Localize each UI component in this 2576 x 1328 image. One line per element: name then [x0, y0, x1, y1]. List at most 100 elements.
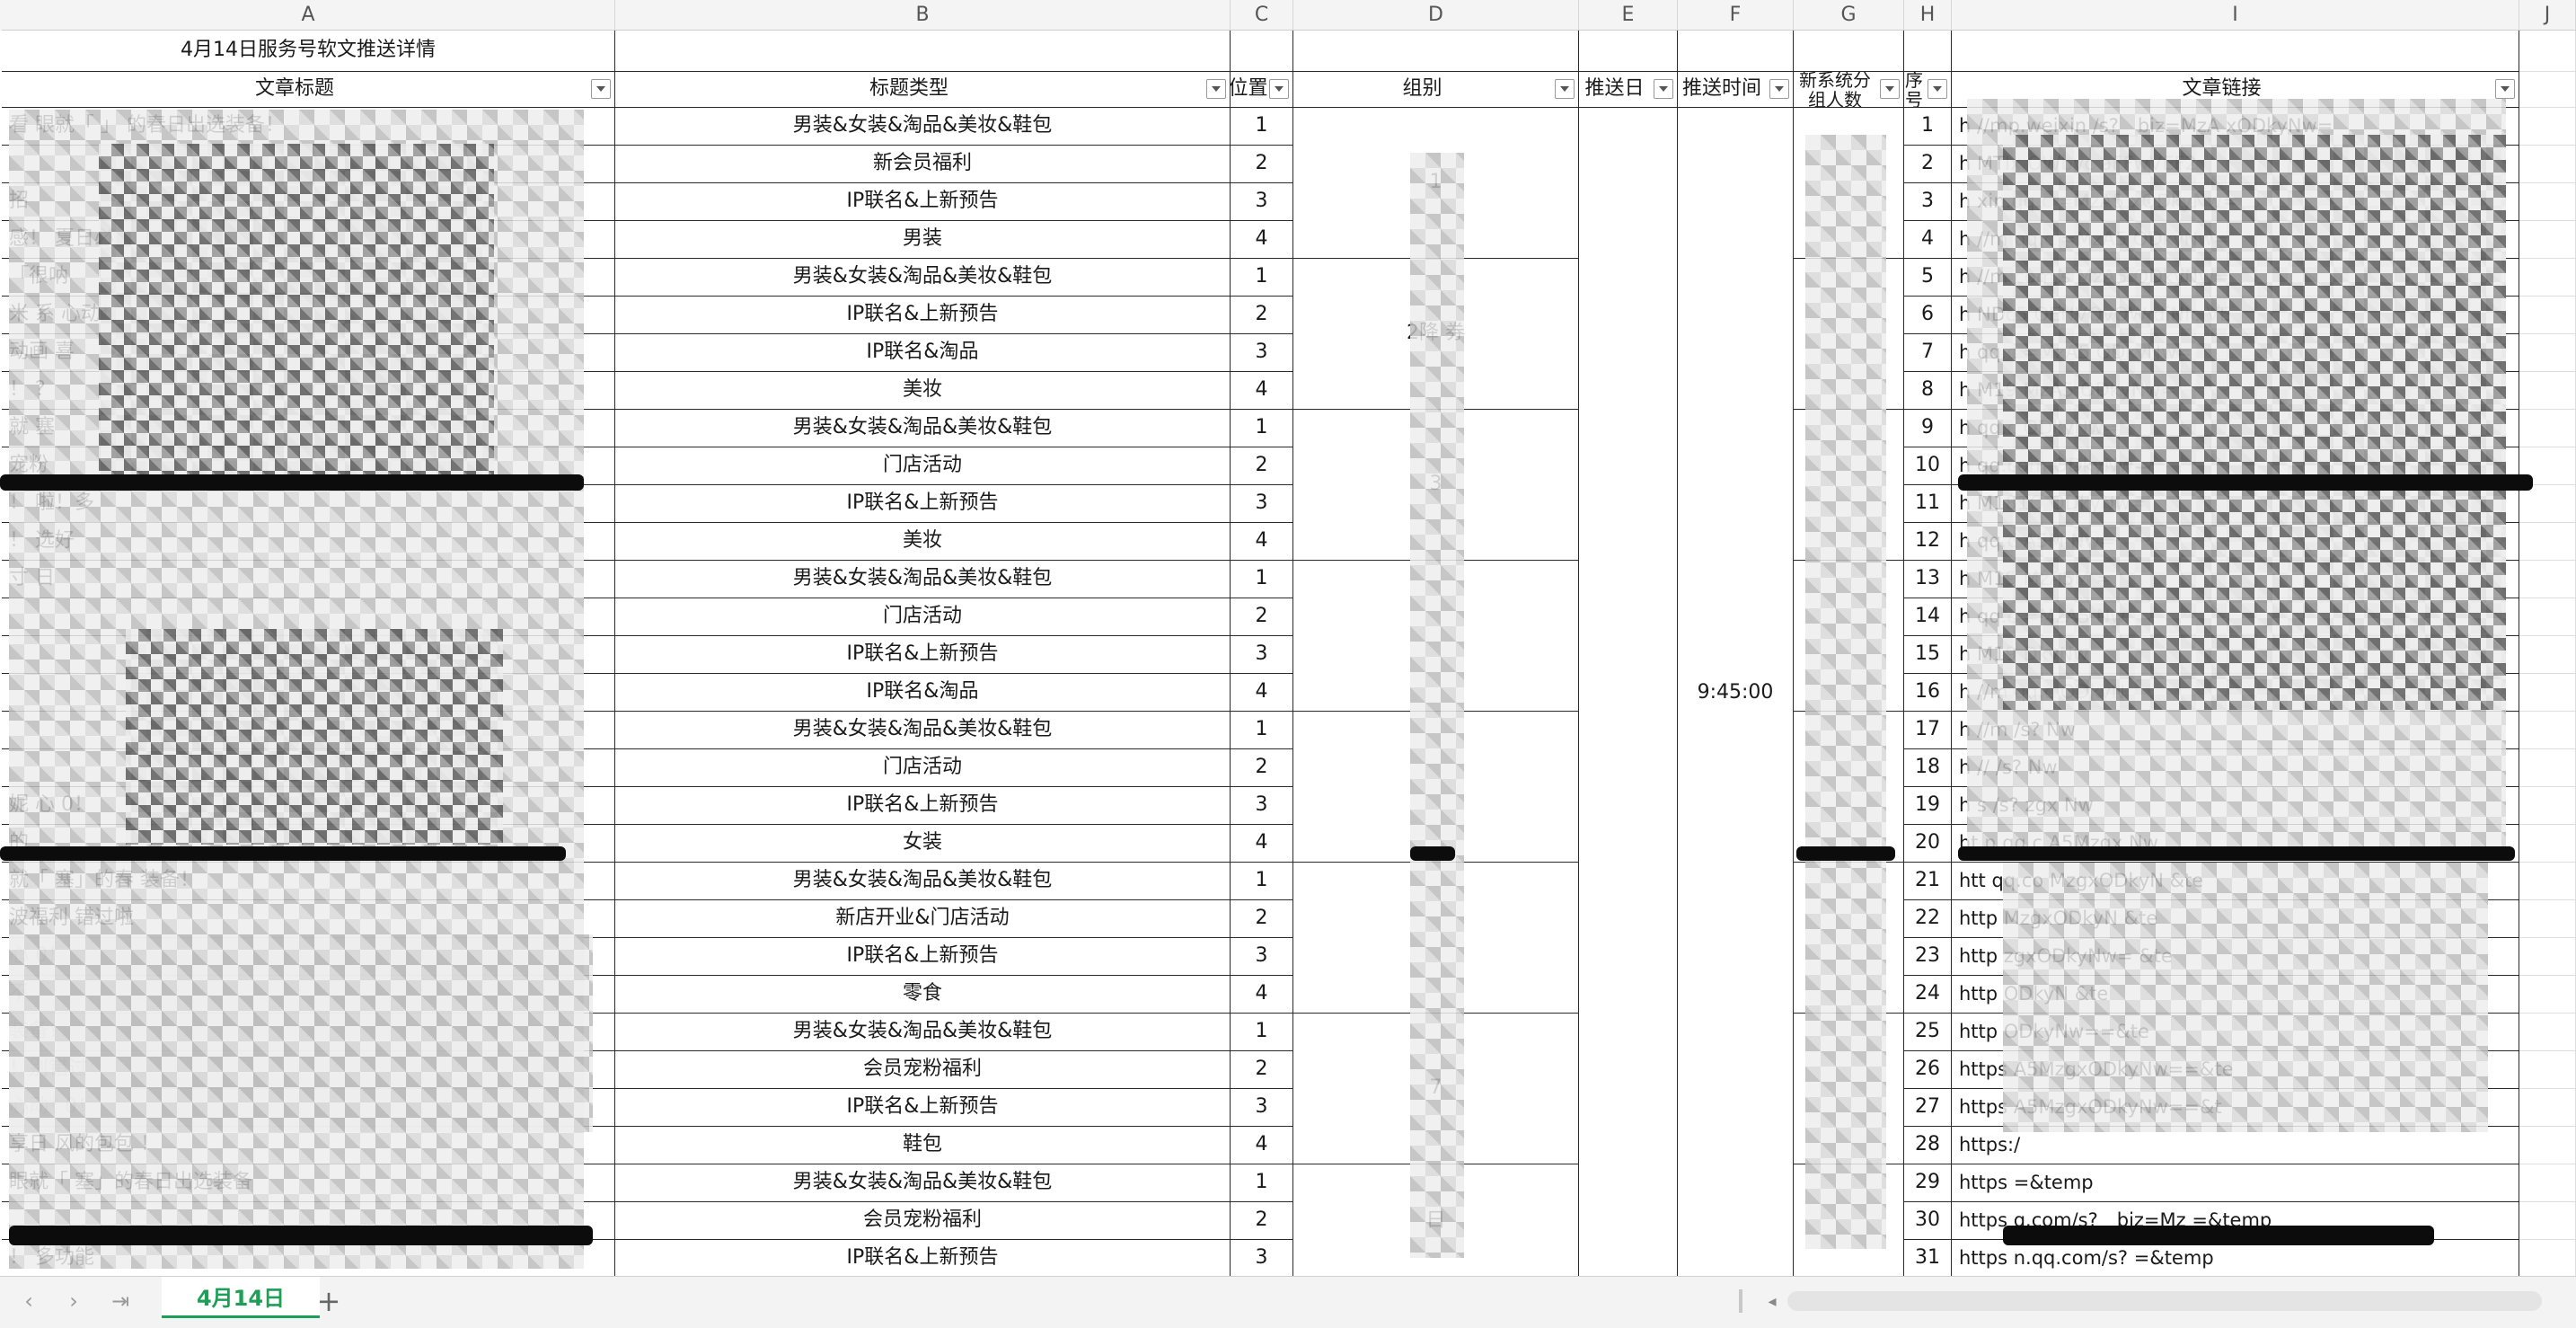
seq-cell[interactable]: 10	[1904, 447, 1952, 485]
position-cell[interactable]: 4	[1231, 976, 1293, 1014]
seq-cell[interactable]: 13	[1904, 561, 1952, 598]
position-cell[interactable]: 1	[1231, 410, 1293, 447]
seq-cell[interactable]: 19	[1904, 787, 1952, 825]
title-type-cell[interactable]: IP联名&上新预告	[615, 938, 1231, 976]
empty-cell[interactable]	[2519, 598, 2576, 636]
article-link-cell[interactable]: https:/	[1952, 1127, 2519, 1164]
title-type-cell[interactable]: IP联名&上新预告	[615, 1089, 1231, 1127]
title-type-cell[interactable]: 男装	[615, 221, 1231, 259]
empty-cell[interactable]	[2519, 372, 2576, 410]
seq-cell[interactable]: 6	[1904, 297, 1952, 334]
seq-cell[interactable]: 20	[1904, 825, 1952, 863]
position-cell[interactable]: 1	[1231, 1014, 1293, 1051]
column-header-c[interactable]: C	[1231, 0, 1293, 31]
title-type-cell[interactable]: 会员宠粉福利	[615, 1051, 1231, 1089]
empty-cell[interactable]	[2519, 1127, 2576, 1164]
seq-cell[interactable]: 30	[1904, 1202, 1952, 1240]
seq-cell[interactable]: 18	[1904, 749, 1952, 787]
article-link-cell[interactable]: https n.qq.com/s? =&temp	[1952, 1240, 2519, 1276]
seq-cell[interactable]: 12	[1904, 523, 1952, 561]
empty-cell[interactable]	[2519, 863, 2576, 900]
seq-cell[interactable]: 25	[1904, 1014, 1952, 1051]
seq-cell[interactable]: 15	[1904, 636, 1952, 674]
header-group[interactable]: 组别	[1293, 72, 1579, 108]
title-type-cell[interactable]: 男装&女装&淘品&美妆&鞋包	[615, 712, 1231, 749]
position-cell[interactable]: 2	[1231, 146, 1293, 183]
seq-cell[interactable]: 8	[1904, 372, 1952, 410]
column-header-j[interactable]: J	[2519, 0, 2576, 31]
empty-cell[interactable]	[2519, 749, 2576, 787]
position-cell[interactable]: 4	[1231, 372, 1293, 410]
empty-cell[interactable]	[2519, 297, 2576, 334]
seq-cell[interactable]: 4	[1904, 221, 1952, 259]
title-type-cell[interactable]: IP联名&淘品	[615, 674, 1231, 712]
header-group-count[interactable]: 新系统分组人数	[1794, 72, 1904, 108]
seq-cell[interactable]: 3	[1904, 183, 1952, 221]
title-type-cell[interactable]: IP联名&上新预告	[615, 636, 1231, 674]
empty-cell[interactable]	[2519, 108, 2576, 146]
seq-cell[interactable]: 1	[1904, 108, 1952, 146]
title-row-cell[interactable]	[1794, 31, 1904, 72]
column-header-f[interactable]: F	[1678, 0, 1794, 31]
empty-cell[interactable]	[2519, 485, 2576, 523]
position-cell[interactable]: 4	[1231, 674, 1293, 712]
filter-dropdown-icon[interactable]	[1654, 78, 1673, 99]
title-type-cell[interactable]: 美妆	[615, 523, 1231, 561]
title-type-cell[interactable]: 男装&女装&淘品&美妆&鞋包	[615, 410, 1231, 447]
position-cell[interactable]: 2	[1231, 1051, 1293, 1089]
seq-cell[interactable]: 23	[1904, 938, 1952, 976]
title-type-cell[interactable]: 男装&女装&淘品&美妆&鞋包	[615, 108, 1231, 146]
header-seq[interactable]: 序号	[1904, 72, 1952, 108]
header-push-date[interactable]: 推送日	[1579, 72, 1678, 108]
seq-cell[interactable]: 21	[1904, 863, 1952, 900]
title-type-cell[interactable]: IP联名&上新预告	[615, 485, 1231, 523]
filter-dropdown-icon[interactable]	[1769, 78, 1789, 99]
empty-cell[interactable]	[2519, 1051, 2576, 1089]
seq-cell[interactable]: 29	[1904, 1164, 1952, 1202]
position-cell[interactable]: 4	[1231, 523, 1293, 561]
filter-dropdown-icon[interactable]	[1206, 78, 1226, 99]
empty-cell[interactable]	[2519, 561, 2576, 598]
empty-cell[interactable]	[2519, 183, 2576, 221]
position-cell[interactable]: 3	[1231, 183, 1293, 221]
position-cell[interactable]: 3	[1231, 1240, 1293, 1276]
empty-cell[interactable]	[2519, 976, 2576, 1014]
title-type-cell[interactable]: 鞋包	[615, 1127, 1231, 1164]
position-cell[interactable]: 4	[1231, 825, 1293, 863]
last-sheet-icon[interactable]: ⇥	[106, 1286, 135, 1316]
header-title[interactable]: 文章标题	[2, 72, 615, 108]
title-type-cell[interactable]: 男装&女装&淘品&美妆&鞋包	[615, 1014, 1231, 1051]
empty-cell[interactable]	[2519, 410, 2576, 447]
title-type-cell[interactable]: 门店活动	[615, 598, 1231, 636]
position-cell[interactable]: 3	[1231, 1089, 1293, 1127]
seq-cell[interactable]: 31	[1904, 1240, 1952, 1276]
header-push-time[interactable]: 推送时间	[1678, 72, 1794, 108]
title-type-cell[interactable]: IP联名&上新预告	[615, 787, 1231, 825]
empty-cell[interactable]	[2519, 900, 2576, 938]
column-header-h[interactable]: H	[1904, 0, 1952, 31]
title-type-cell[interactable]: 男装&女装&淘品&美妆&鞋包	[615, 863, 1231, 900]
empty-cell[interactable]	[2519, 674, 2576, 712]
empty-cell[interactable]	[2519, 1164, 2576, 1202]
title-type-cell[interactable]: 会员宠粉福利	[615, 1202, 1231, 1240]
article-link-cell[interactable]: https =&temp	[1952, 1164, 2519, 1202]
filter-dropdown-icon[interactable]	[591, 78, 611, 99]
empty-cell[interactable]	[2519, 259, 2576, 297]
empty-cell[interactable]	[2519, 31, 2576, 72]
filter-dropdown-icon[interactable]	[1555, 78, 1575, 99]
scroll-split-handle[interactable]	[1739, 1289, 1742, 1313]
filter-dropdown-icon[interactable]	[1269, 78, 1289, 99]
position-cell[interactable]: 2	[1231, 447, 1293, 485]
seq-cell[interactable]: 27	[1904, 1089, 1952, 1127]
filter-dropdown-icon[interactable]	[1880, 78, 1900, 99]
push-time-cell[interactable]: 9:45:00	[1678, 108, 1794, 1276]
push-date-cell[interactable]	[1579, 108, 1678, 1276]
filter-dropdown-icon[interactable]	[1928, 78, 1947, 99]
column-header-a[interactable]: A	[2, 0, 615, 31]
empty-cell[interactable]	[2519, 146, 2576, 183]
seq-cell[interactable]: 28	[1904, 1127, 1952, 1164]
empty-cell[interactable]	[2519, 787, 2576, 825]
seq-cell[interactable]: 2	[1904, 146, 1952, 183]
title-type-cell[interactable]: 男装&女装&淘品&美妆&鞋包	[615, 259, 1231, 297]
position-cell[interactable]: 4	[1231, 221, 1293, 259]
